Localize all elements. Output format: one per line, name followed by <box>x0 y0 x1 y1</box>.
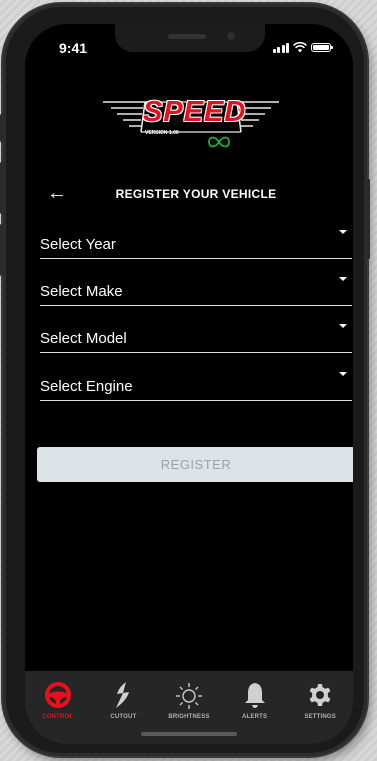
select-year-label: Select Year <box>40 236 116 253</box>
select-engine[interactable]: Select Engine <box>40 370 352 401</box>
signal-icon <box>272 42 289 53</box>
mute-switch <box>0 114 3 142</box>
home-indicator <box>141 732 237 736</box>
bell-icon <box>244 683 265 708</box>
status-icons <box>272 42 333 53</box>
volume-down-button <box>0 224 3 276</box>
page-header: ← REGISTER YOUR VEHICLE <box>25 182 353 208</box>
tab-brightness-label: BRIGHTNESS <box>168 714 210 720</box>
select-year[interactable]: Select Year <box>40 228 352 259</box>
select-model[interactable]: Select Model <box>40 322 352 353</box>
app-screen: 9:41 SPEED VERSION 1.00 ← REGISTER YOUR … <box>25 24 353 744</box>
logo-text: SPEED <box>143 96 247 128</box>
select-make[interactable]: Select Make <box>40 275 352 306</box>
select-engine-label: Select Engine <box>40 378 133 395</box>
gear-icon <box>309 684 331 706</box>
battery-icon <box>311 43 333 52</box>
tab-control[interactable]: CONTROL <box>25 671 91 744</box>
page-title: REGISTER YOUR VEHICLE <box>115 187 277 201</box>
status-time: 9:41 <box>59 40 88 56</box>
speaker-grille <box>168 34 206 39</box>
volume-up-button <box>0 162 3 214</box>
register-button[interactable]: REGISTER <box>37 447 353 482</box>
select-make-label: Select Make <box>40 283 123 300</box>
tab-cutout-label: CUTOUT <box>110 714 137 720</box>
sun-icon <box>175 683 202 709</box>
steering-wheel-icon <box>44 682 71 708</box>
phone-frame: 9:41 SPEED VERSION 1.00 ← REGISTER YOUR … <box>0 4 370 756</box>
speed-logo: SPEED VERSION 1.00 <box>101 90 281 156</box>
lightning-icon <box>116 682 130 708</box>
tab-settings[interactable]: SETTINGS <box>287 671 353 744</box>
tab-alerts-label: ALERTS <box>241 714 268 720</box>
tab-control-label: CONTROL <box>42 714 74 720</box>
power-button <box>367 179 370 259</box>
status-bar: 9:41 <box>25 40 353 60</box>
front-camera <box>227 32 235 40</box>
select-model-label: Select Model <box>40 330 127 347</box>
caret-down-icon <box>339 372 347 376</box>
wifi-icon <box>293 42 307 53</box>
caret-down-icon <box>339 324 347 328</box>
bottom-tab-bar: CONTROL CUTOUT BRIGHTNESS ALERTS SETTING… <box>25 671 353 744</box>
logo-version: VERSION 1.00 <box>145 130 179 136</box>
caret-down-icon <box>339 277 347 281</box>
tab-settings-label: SETTINGS <box>304 714 336 720</box>
caret-down-icon <box>339 230 347 234</box>
